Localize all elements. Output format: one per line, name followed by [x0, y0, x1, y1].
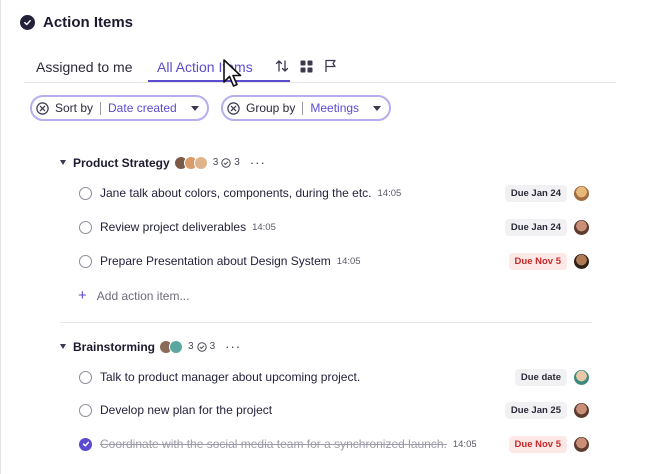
mouse-cursor-icon: [223, 59, 242, 87]
group-by-label: Group by: [246, 101, 296, 115]
sort-by-label: Sort by: [55, 101, 94, 115]
avatar: [193, 155, 208, 170]
due-badge[interactable]: Due Jan 24: [504, 184, 567, 202]
tab-assigned-to-me[interactable]: Assigned to me: [36, 59, 133, 75]
group-header-product-strategy[interactable]: Product Strategy 3 3 ···: [60, 155, 266, 170]
flag-icon[interactable]: [322, 58, 338, 74]
list-item[interactable]: Talk to product manager about upcoming p…: [79, 367, 591, 387]
list-item[interactable]: Develop new plan for the project Due Jan…: [79, 400, 591, 420]
avatar[interactable]: [574, 253, 589, 269]
check-circle-outline-icon: [196, 341, 207, 352]
item-text: Develop new plan for the project: [100, 403, 273, 417]
checkbox-circle[interactable]: [79, 186, 92, 200]
done-count: 3: [234, 157, 240, 168]
item-text: Jane talk about colors, components, duri…: [100, 186, 372, 200]
due-badge[interactable]: Due Nov 5: [508, 252, 567, 270]
item-text: Review project deliverables: [100, 220, 247, 234]
pill-separator: [100, 101, 102, 115]
done-count: 3: [209, 341, 216, 352]
item-time: 14:05: [452, 438, 477, 450]
tab-bar: Assigned to me All Action Items: [24, 55, 616, 83]
group-name: Product Strategy: [73, 155, 170, 170]
group-by-value: Meetings: [310, 101, 360, 115]
collapse-triangle-icon[interactable]: [60, 344, 66, 349]
list-item[interactable]: Jane talk about colors, components, duri…: [79, 183, 591, 203]
item-text: Talk to product manager about upcoming p…: [100, 370, 361, 384]
group-header-brainstorming[interactable]: Brainstorming 3 3 ···: [60, 339, 241, 354]
avatar[interactable]: [574, 185, 589, 201]
sort-by-value: Date created: [108, 101, 177, 115]
add-action-item-label: Add action item...: [96, 288, 190, 303]
left-border: [0, 0, 1, 474]
list-item[interactable]: Review project deliverables 14:05 Due Ja…: [79, 217, 591, 237]
due-badge[interactable]: Due Jan 25: [504, 401, 567, 419]
chevron-down-icon[interactable]: [373, 105, 382, 111]
page-title: Action Items: [43, 14, 134, 31]
sort-by-filter[interactable]: Sort by Date created: [30, 95, 209, 121]
list-item[interactable]: Coordinate with the social media team fo…: [79, 434, 591, 454]
item-time: 14:05: [252, 221, 276, 233]
group-name: Brainstorming: [73, 339, 156, 354]
item-text: Prepare Presentation about Design System: [100, 254, 331, 268]
check-circle-icon: [20, 15, 35, 30]
add-action-item[interactable]: + Add action item...: [78, 287, 189, 304]
more-options-icon[interactable]: ···: [250, 155, 266, 170]
avatar[interactable]: [574, 436, 589, 452]
checkbox-circle[interactable]: [79, 254, 92, 268]
item-text: Coordinate with the social media team fo…: [100, 437, 447, 451]
due-badge[interactable]: Due Jan 24: [504, 218, 567, 236]
item-time: 14:05: [336, 255, 361, 267]
group-by-filter[interactable]: Group by Meetings: [221, 95, 392, 121]
section-header: Action Items: [20, 14, 133, 31]
check-icon: [82, 441, 89, 447]
checkbox-checked[interactable]: [79, 437, 92, 451]
participant-avatars: [159, 339, 184, 354]
check-circle-outline-icon: [221, 157, 231, 168]
clear-sort-icon[interactable]: [36, 101, 49, 115]
total-count: 3: [188, 341, 194, 352]
active-tab-indicator: [148, 80, 290, 82]
checkbox-circle[interactable]: [79, 403, 92, 417]
avatar[interactable]: [574, 402, 589, 418]
plus-icon: +: [78, 287, 87, 304]
grid-icon[interactable]: [298, 58, 314, 74]
chevron-down-icon[interactable]: [190, 105, 199, 111]
avatar: [169, 339, 184, 354]
pill-separator: [302, 101, 304, 115]
avatar[interactable]: [574, 369, 589, 385]
checkbox-circle[interactable]: [79, 370, 92, 384]
item-count: 3 3: [213, 157, 240, 168]
collapse-triangle-icon[interactable]: [60, 160, 66, 165]
checkbox-circle[interactable]: [79, 220, 92, 234]
more-options-icon[interactable]: ···: [225, 339, 241, 354]
total-count: 3: [212, 157, 219, 168]
participant-avatars: [173, 155, 208, 170]
sort-arrows-icon[interactable]: [274, 58, 290, 74]
avatar[interactable]: [574, 219, 589, 235]
due-badge[interactable]: Due date: [514, 368, 567, 386]
item-time: 14:05: [377, 187, 402, 199]
group-divider: [60, 322, 592, 323]
due-badge[interactable]: Due Nov 5: [508, 435, 567, 453]
item-count: 3 3: [188, 341, 215, 352]
clear-group-icon[interactable]: [227, 101, 240, 115]
list-item[interactable]: Prepare Presentation about Design System…: [79, 251, 591, 271]
